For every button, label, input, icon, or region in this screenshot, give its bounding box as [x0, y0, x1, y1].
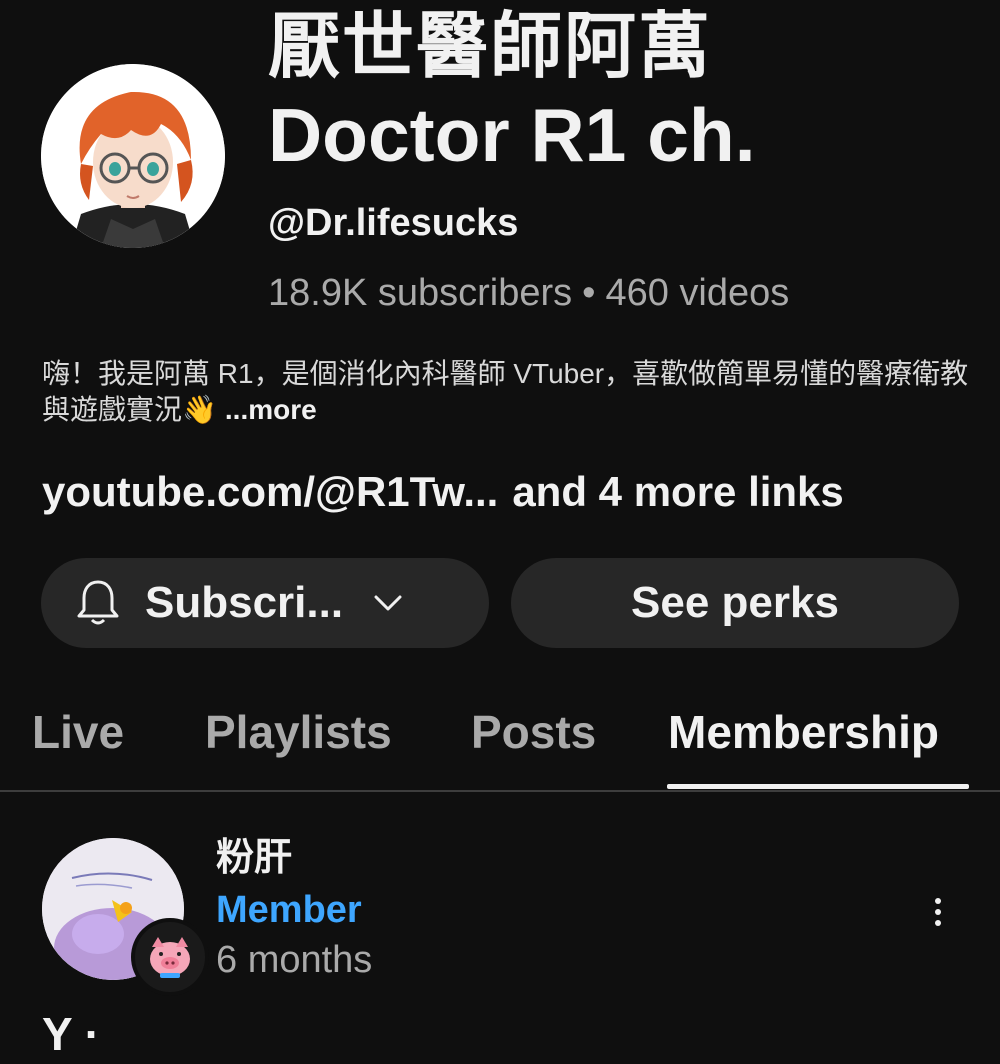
active-tab-indicator: [667, 784, 969, 789]
channel-title-english: Doctor R1 ch.: [268, 93, 756, 177]
description-more-link[interactable]: ...more: [225, 394, 317, 425]
see-perks-button[interactable]: See perks: [511, 558, 959, 648]
bell-icon: [75, 578, 121, 628]
video-count: 460 videos: [605, 272, 790, 314]
channel-description[interactable]: 嗨！我是阿萬 R1，是個消化內科醫師 VTuber，喜歡做簡單易懂的醫療衛教與遊…: [42, 356, 972, 428]
chevron-down-icon: [373, 593, 403, 613]
subscribe-label: Subscri...: [145, 578, 344, 627]
stats-separator: •: [582, 272, 596, 314]
tab-posts[interactable]: Posts: [471, 702, 596, 762]
member-duration: 6 months: [216, 939, 373, 981]
tab-membership[interactable]: Membership: [668, 702, 939, 762]
tabs-divider: [0, 790, 1000, 792]
member-name: 粉肝: [216, 837, 293, 879]
tab-live[interactable]: Live: [32, 702, 124, 762]
description-text: 嗨！我是阿萬 R1，是個消化內科醫師 VTuber，喜歡做簡單易懂的醫療衛教與遊…: [42, 358, 969, 425]
subscribe-button[interactable]: Subscri...: [41, 558, 489, 648]
channel-avatar[interactable]: [41, 64, 225, 248]
pig-badge-icon: [131, 918, 209, 996]
channel-stats: 18.9K subscribers • 460 videos: [268, 270, 789, 316]
more-vertical-icon[interactable]: [922, 892, 954, 932]
member-role: Member: [216, 889, 362, 931]
more-links-text[interactable]: and 4 more links: [512, 468, 843, 515]
waving-hand-emoji: 👋: [182, 394, 217, 425]
subscriber-count: 18.9K subscribers: [268, 272, 573, 314]
channel-title-chinese: 厭世醫師阿萬: [268, 7, 713, 87]
channel-handle: @Dr.lifesucks: [268, 202, 519, 244]
primary-link[interactable]: youtube.com/@R1Tw...: [42, 468, 498, 515]
cutoff-post-text: Y ·: [42, 1008, 100, 1060]
tab-playlists[interactable]: Playlists: [205, 702, 392, 762]
channel-links[interactable]: youtube.com/@R1Tw... and 4 more links: [42, 466, 844, 518]
